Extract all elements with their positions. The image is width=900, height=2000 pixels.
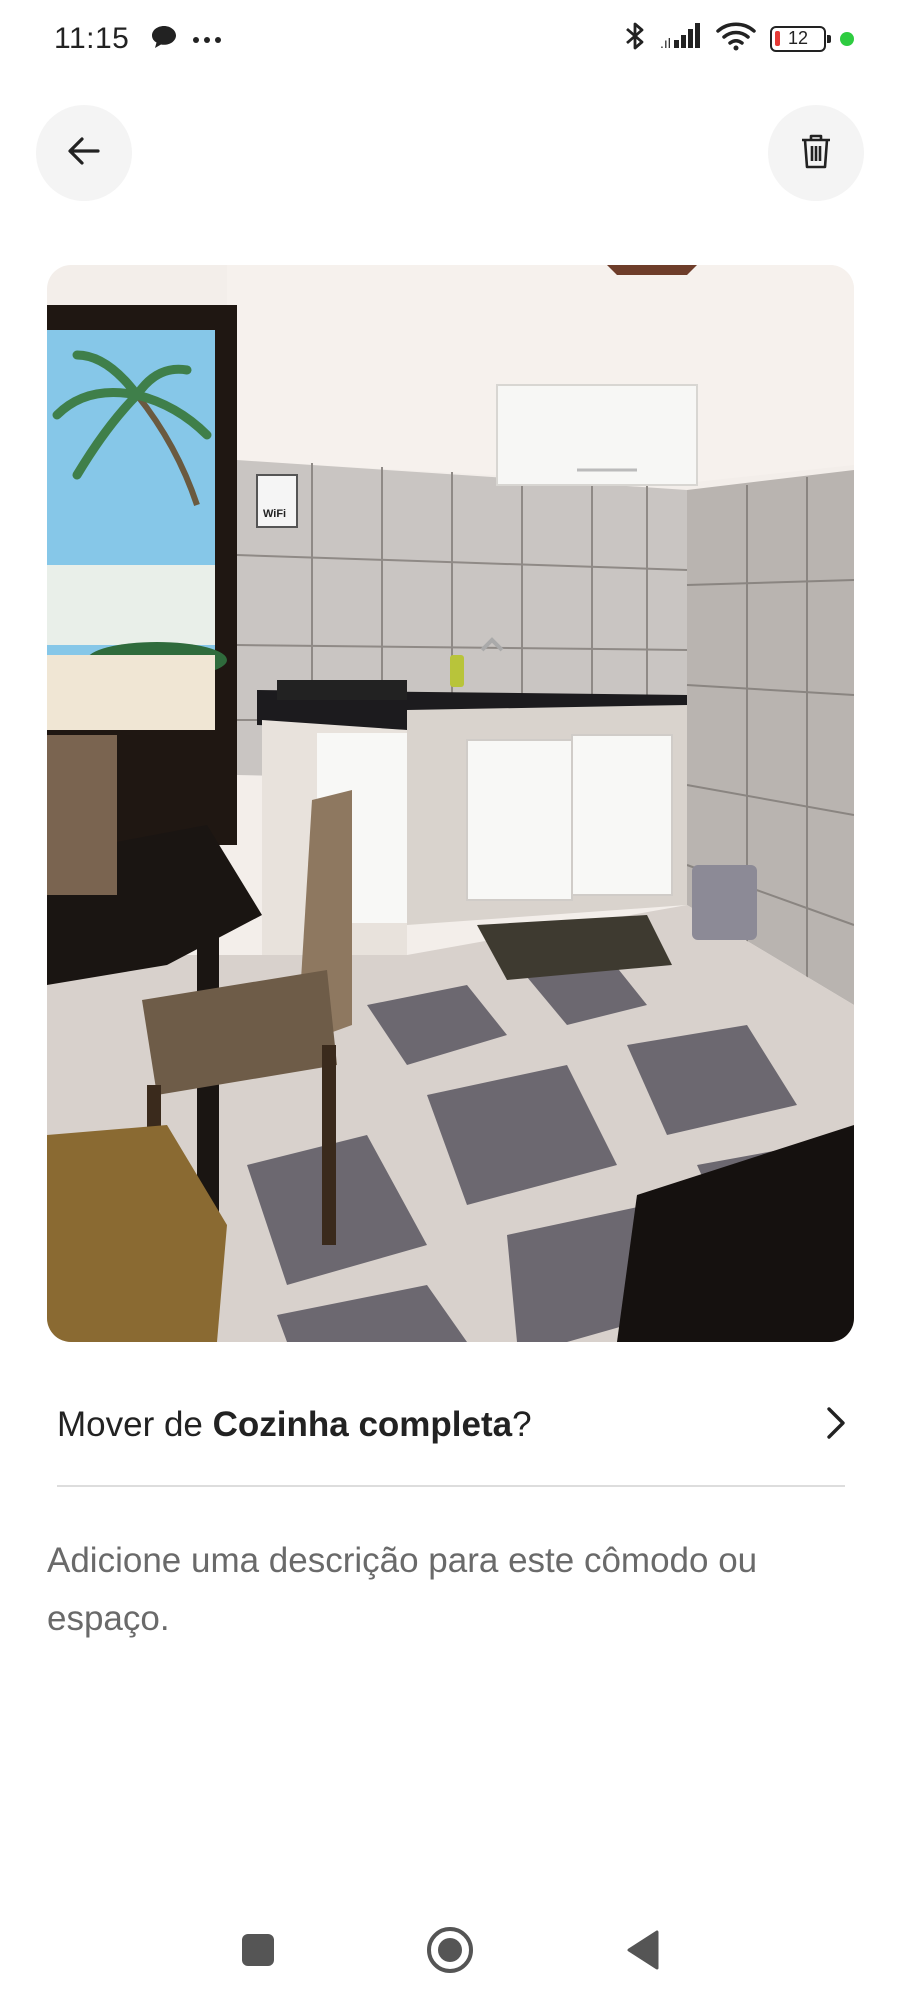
chevron-right-icon — [825, 1406, 847, 1445]
wifi-icon — [716, 21, 756, 56]
move-room-row[interactable]: Mover de Cozinha completa? — [57, 1385, 847, 1465]
move-room-label: Mover de Cozinha completa? — [57, 1405, 532, 1445]
recents-square-icon[interactable] — [230, 1922, 286, 1978]
active-dot-icon — [840, 31, 854, 46]
battery-icon: 12 — [770, 25, 831, 52]
arrow-left-icon — [66, 133, 102, 174]
battery-fill — [775, 30, 780, 46]
move-prefix: Mover de — [57, 1405, 213, 1444]
back-triangle-icon[interactable] — [615, 1922, 671, 1978]
svg-text:.ıl: .ıl — [660, 35, 671, 50]
status-left-icons — [150, 24, 222, 55]
kitchen-photo[interactable]: WiFi — [47, 265, 854, 1342]
chat-bubble-icon — [150, 24, 178, 55]
description-input[interactable]: Adicione uma descrição para este cômodo … — [47, 1532, 857, 1648]
room-name: Cozinha completa — [212, 1405, 513, 1444]
status-right-icons: .ıl 12 — [624, 20, 854, 57]
system-nav-bar — [0, 1900, 900, 2000]
status-bar: 11:15 .ıl 12 — [0, 0, 900, 80]
signal-icon: .ıl — [660, 22, 702, 55]
home-circle-icon[interactable] — [422, 1922, 478, 1978]
back-button[interactable] — [36, 105, 132, 201]
wifi-sign-text: WiFi — [263, 508, 286, 520]
battery-level: 12 — [787, 28, 809, 48]
divider — [57, 1485, 845, 1487]
move-suffix: ? — [512, 1405, 532, 1444]
trash-icon — [799, 132, 833, 175]
status-time: 11:15 — [54, 22, 130, 55]
delete-button[interactable] — [768, 105, 864, 201]
more-dots-icon — [192, 31, 222, 49]
bluetooth-icon — [624, 20, 646, 57]
